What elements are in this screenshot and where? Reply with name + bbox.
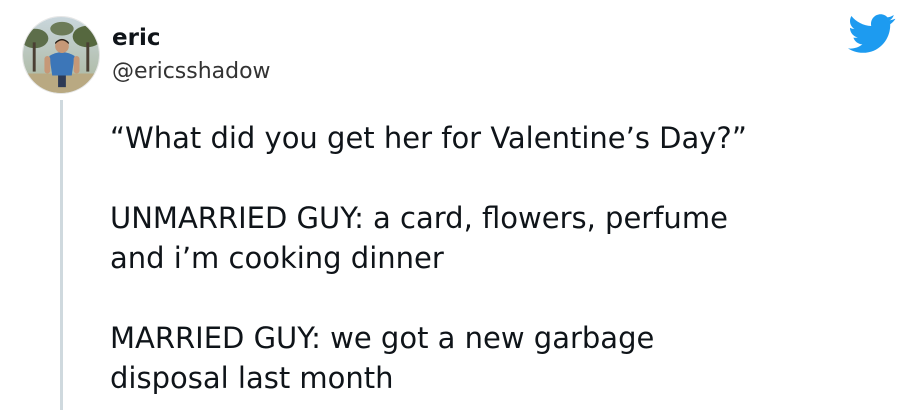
avatar-photo <box>23 17 99 93</box>
tweet-card: eric @ericsshadow “What did you get her … <box>0 0 924 410</box>
author-display-name[interactable]: eric <box>112 24 160 52</box>
avatar[interactable] <box>22 16 100 94</box>
tweet-text: “What did you get her for Valentine’s Da… <box>110 121 747 395</box>
thread-line <box>60 100 63 410</box>
twitter-bird-icon <box>848 14 896 54</box>
author-handle[interactable]: @ericsshadow <box>112 58 271 86</box>
